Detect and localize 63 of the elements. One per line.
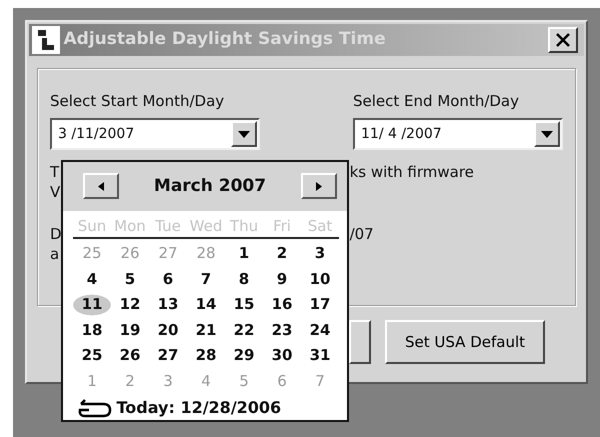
body-text: T xyxy=(50,162,60,182)
calendar-day[interactable]: 23 xyxy=(263,318,301,343)
calendar-day[interactable]: 16 xyxy=(263,292,301,318)
close-icon xyxy=(556,33,570,47)
button[interactable] xyxy=(349,320,371,364)
calendar-day[interactable]: 9 xyxy=(263,266,301,292)
calendar-day[interactable]: 14 xyxy=(187,292,225,318)
calendar-day[interactable]: 13 xyxy=(149,292,187,318)
calendar-day[interactable]: 28 xyxy=(187,343,225,368)
previous-month-button[interactable] xyxy=(83,173,119,200)
calendar-day[interactable]: 19 xyxy=(111,318,149,343)
calendar-day[interactable]: 21 xyxy=(187,318,225,343)
today-icon xyxy=(77,398,113,418)
calendar-day[interactable]: 22 xyxy=(225,318,263,343)
next-month-button[interactable] xyxy=(301,173,337,200)
body-text: ks with firmware xyxy=(350,162,474,182)
app-logo-icon xyxy=(32,26,60,54)
close-button[interactable] xyxy=(548,27,578,53)
weekday-label: Wed xyxy=(188,216,224,236)
caret-icon[interactable] xyxy=(231,121,257,147)
month-title: March 2007 xyxy=(154,174,266,198)
body-text: D xyxy=(50,224,62,244)
calendar-day[interactable]: 26 xyxy=(111,343,149,368)
calendar-day[interactable]: 17 xyxy=(301,292,339,318)
calendar-day[interactable]: 4 xyxy=(73,266,111,292)
window-title: Adjustable Daylight Savings Time xyxy=(64,28,387,52)
calendar-day[interactable]: 30 xyxy=(263,343,301,368)
calendar-day[interactable]: 1 xyxy=(225,241,263,266)
calendar-day[interactable]: 10 xyxy=(301,266,339,292)
calendar-day[interactable]: 27 xyxy=(149,343,187,368)
calendar-day[interactable]: 2 xyxy=(263,241,301,266)
weekday-label: Tue xyxy=(154,216,182,236)
body-text: /07 xyxy=(350,224,375,244)
weekday-label: Mon xyxy=(113,216,147,236)
calendar-day[interactable]: 15 xyxy=(225,292,263,318)
body-text: a xyxy=(50,244,60,264)
body-text: V xyxy=(50,182,62,202)
date-dropdown[interactable]: 3 /11/2007 xyxy=(50,118,260,150)
calendar-day[interactable]: 12 xyxy=(111,292,149,318)
calendar-day[interactable]: 3 xyxy=(301,241,339,266)
weekday-label: Sun xyxy=(76,216,108,236)
calendar-day[interactable]: 31 xyxy=(301,343,339,368)
field-label: Select End Month/Day xyxy=(353,91,520,111)
calendar-day[interactable]: 6 xyxy=(149,266,187,292)
right-arrow-icon xyxy=(316,182,322,191)
left-arrow-icon xyxy=(98,182,104,191)
set-default-button[interactable]: Set USA Default xyxy=(385,320,545,364)
weekday-label: Sat xyxy=(306,216,334,236)
calendar-day[interactable]: 24 xyxy=(301,318,339,343)
calendar-day[interactable]: 20 xyxy=(149,318,187,343)
weekday-label: Fri xyxy=(272,216,292,236)
calendar-day[interactable]: 25 xyxy=(73,343,111,368)
calendar-day[interactable]: 8 xyxy=(225,266,263,292)
weekday-label: Thu xyxy=(228,216,260,236)
calendar-day[interactable]: 18 xyxy=(73,318,111,343)
calendar-day[interactable]: 11 xyxy=(73,292,111,318)
caret-icon[interactable] xyxy=(534,121,560,147)
field-label: Select Start Month/Day xyxy=(50,91,226,111)
calendar-day[interactable]: 5 xyxy=(111,266,149,292)
date-dropdown[interactable]: 11/ 4 /2007 xyxy=(353,118,563,150)
calendar-day[interactable]: 29 xyxy=(225,343,263,368)
today-link[interactable]: Today: 12/28/2006 xyxy=(116,396,282,420)
calendar-day[interactable]: 7 xyxy=(187,266,225,292)
